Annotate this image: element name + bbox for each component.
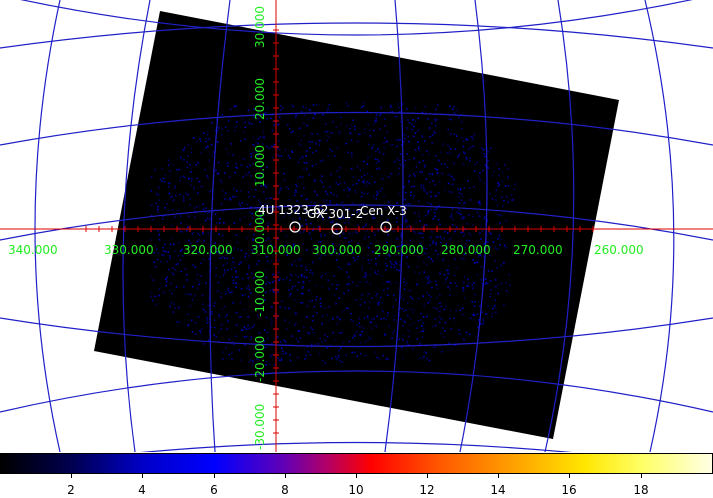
ra-label: 310.000 <box>251 243 301 257</box>
colorbar-tick <box>641 474 642 478</box>
source-label-cen-x-3: Cen X-3 <box>360 204 407 218</box>
dec-label: 30.000 <box>253 6 267 48</box>
colorbar-tick <box>498 474 499 478</box>
colorbar-label: 10 <box>348 483 364 497</box>
ra-axis-labels: 340.000 330.000 320.000 310.000 300.000 … <box>8 243 644 257</box>
ra-label: 260.000 <box>594 243 644 257</box>
colorbar-tick <box>285 474 286 478</box>
colorbar-tick <box>427 474 428 478</box>
dec-label: 20.000 <box>253 78 267 120</box>
ra-label: 330.000 <box>104 243 154 257</box>
colorbar-tick <box>214 474 215 478</box>
colorbar-tick <box>356 474 357 478</box>
colorbar-label: 4 <box>138 483 146 497</box>
source-label-gx-301-2: GX 301-2 <box>307 207 363 221</box>
colorbar-label: 2 <box>67 483 75 497</box>
colorbar-label: 16 <box>561 483 577 497</box>
colorbar-tick <box>71 474 72 478</box>
ra-label: 290.000 <box>374 243 424 257</box>
ra-label: 270.000 <box>513 243 563 257</box>
sky-image-viewer[interactable]: 340.000 330.000 320.000 310.000 300.000 … <box>0 0 713 452</box>
colorbar-tick <box>569 474 570 478</box>
dec-label: -10.000 <box>253 271 267 317</box>
ra-label: 340.000 <box>8 243 58 257</box>
dec-label: -30.000 <box>253 404 267 450</box>
dec-label: -20.000 <box>253 336 267 382</box>
colorbar-label: 14 <box>490 483 506 497</box>
colorbar[interactable] <box>0 453 713 474</box>
ra-label: 280.000 <box>441 243 491 257</box>
colorbar-label: 18 <box>633 483 649 497</box>
colorbar-panel: 2 4 6 8 10 12 14 16 18 <box>0 453 713 498</box>
ra-label: 320.000 <box>183 243 233 257</box>
colorbar-label: 6 <box>210 483 218 497</box>
colorbar-label: 8 <box>281 483 289 497</box>
ra-label: 300.000 <box>312 243 362 257</box>
colorbar-label: 12 <box>419 483 435 497</box>
exposure-frame <box>94 11 619 439</box>
dec-label: 10.000 <box>253 145 267 187</box>
colorbar-tick <box>142 474 143 478</box>
